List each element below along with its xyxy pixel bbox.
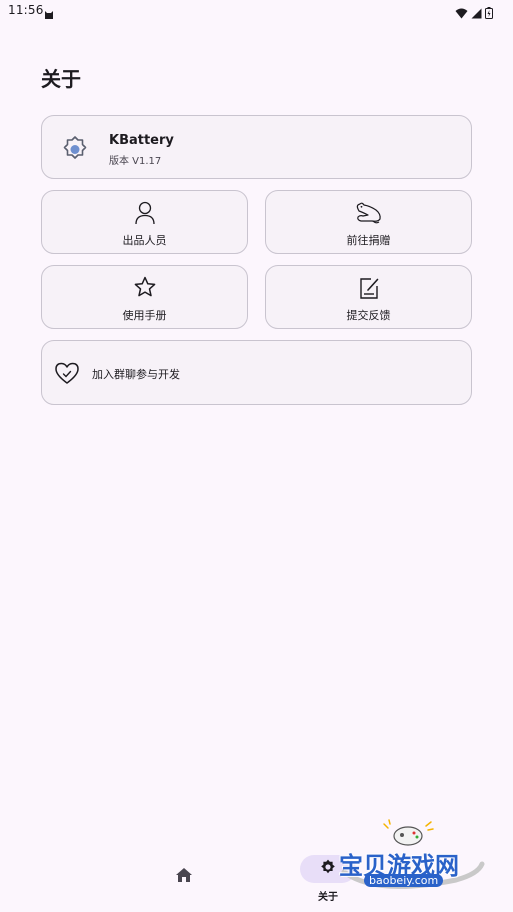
page-title: 关于 [41, 67, 81, 91]
settings-gear-icon [60, 133, 90, 167]
signal-icon [471, 4, 482, 23]
feedback-label: 提交反馈 [346, 309, 391, 322]
watermark-url: baobeiy.com [364, 874, 444, 887]
credits-card[interactable]: 出品人员 [41, 190, 248, 254]
edit-note-icon [357, 275, 381, 305]
join-group-card[interactable]: 加入群聊参与开发 [41, 340, 472, 405]
status-time: 11:56 [8, 3, 44, 17]
manual-label: 使用手册 [122, 309, 167, 322]
seal-icon [354, 200, 384, 230]
donate-card[interactable]: 前往捐赠 [265, 190, 472, 254]
app-info-card[interactable]: KBattery 版本 V1.17 [41, 115, 472, 179]
nav-home-button[interactable] [164, 863, 204, 891]
battery-icon [485, 4, 493, 23]
watermark-logo: 宝贝游戏网 baobeiy.com [336, 818, 486, 902]
notification-cat-icon [44, 5, 54, 24]
donate-label: 前往捐赠 [346, 234, 391, 247]
home-icon [175, 867, 193, 887]
star-icon [133, 275, 157, 303]
gear-icon [319, 858, 337, 880]
person-icon [133, 200, 157, 230]
credits-label: 出品人员 [122, 234, 167, 247]
heart-check-icon [53, 360, 81, 390]
feedback-card[interactable]: 提交反馈 [265, 265, 472, 329]
status-bar: 11:56 [0, 0, 513, 22]
app-version: 版本 V1.17 [109, 156, 162, 167]
app-name: KBattery [109, 133, 174, 148]
manual-card[interactable]: 使用手册 [41, 265, 248, 329]
join-group-label: 加入群聊参与开发 [92, 368, 180, 381]
wifi-icon [455, 4, 468, 23]
status-icons [455, 4, 493, 23]
